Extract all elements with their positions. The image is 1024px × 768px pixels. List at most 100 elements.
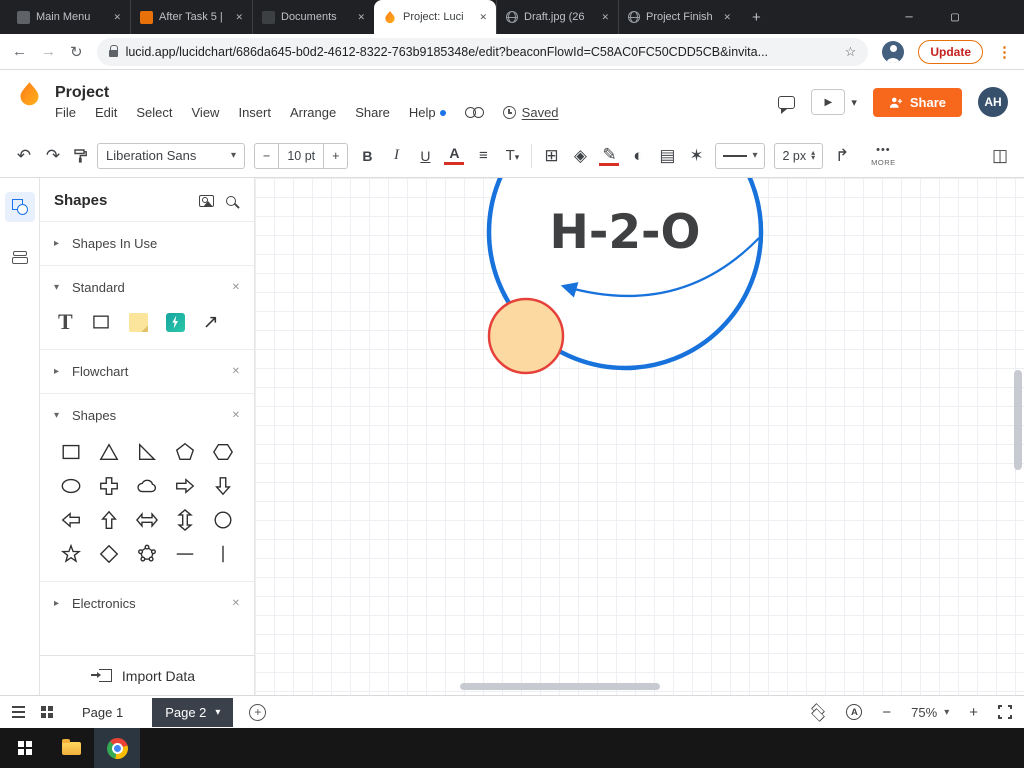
shape-diamond[interactable] [98, 543, 120, 565]
shape-circle[interactable] [212, 509, 234, 531]
tab-close-icon[interactable]: ✕ [113, 12, 121, 23]
forward-button[interactable]: → [41, 43, 56, 60]
font-size-decrease[interactable]: − [255, 144, 278, 168]
browser-tab-draft-jpg[interactable]: Draft.jpg (26 ✕ [496, 0, 618, 34]
shape-triangle[interactable] [98, 441, 120, 463]
menu-insert[interactable]: Insert [238, 105, 271, 120]
line-color-icon[interactable]: ✎ [599, 146, 620, 166]
shape-ellipse[interactable] [60, 475, 82, 497]
menu-share[interactable]: Share [355, 105, 390, 120]
sticky-note-tool[interactable] [128, 312, 148, 332]
shape-arrow-down[interactable] [212, 475, 234, 497]
bookmark-star-icon[interactable]: ☆ [845, 44, 857, 60]
profile-avatar-icon[interactable] [882, 40, 905, 63]
menu-file[interactable]: File [55, 105, 76, 120]
page-2-tab[interactable]: Page 2 ▾ [152, 697, 234, 727]
shape-arrow-left[interactable] [60, 509, 82, 531]
chrome-update-button[interactable]: Update [918, 39, 983, 64]
arrow-line-tool[interactable]: ↗ [203, 313, 219, 332]
underline-button[interactable]: U [415, 148, 435, 164]
browser-menu-icon[interactable]: ⋮ [997, 43, 1012, 61]
comment-icon[interactable] [778, 95, 796, 114]
reload-button[interactable]: ↻ [70, 43, 83, 61]
shadow-icon[interactable]: ◐ [628, 146, 648, 166]
new-tab-button[interactable]: + [740, 9, 773, 26]
shape-line[interactable] [174, 543, 196, 565]
shape-pentagon[interactable] [174, 441, 196, 463]
window-minimize-button[interactable]: ─ [886, 0, 932, 34]
section-row-shapes[interactable]: ▾ Shapes ✕ [40, 394, 254, 437]
zoom-in-button[interactable]: + [969, 704, 978, 721]
section-close-icon[interactable]: ✕ [232, 410, 240, 421]
chrome-taskbar-button[interactable] [94, 728, 140, 768]
lucid-logo[interactable] [16, 80, 43, 107]
section-close-icon[interactable]: ✕ [232, 598, 240, 609]
shape-arrow-right[interactable] [174, 475, 196, 497]
horizontal-scrollbar-thumb[interactable] [460, 683, 660, 690]
insert-shape-icon[interactable]: ⊞ [541, 146, 561, 166]
shape-square[interactable] [60, 441, 82, 463]
present-caret-icon[interactable]: ▾ [851, 96, 857, 109]
text-shape-tool[interactable]: T [58, 311, 73, 333]
shapes-panel-button[interactable] [4, 192, 35, 222]
h2o-label[interactable]: H-2-O [549, 205, 700, 260]
custom-shapes-button[interactable] [5, 238, 35, 268]
format-painter-icon[interactable] [72, 148, 88, 164]
shape-vertical-line[interactable] [212, 543, 234, 565]
fill-color-icon[interactable]: ◈ [570, 146, 590, 166]
line-weight-stepper[interactable]: ▴ ▾ [811, 148, 815, 161]
browser-tab-main-menu[interactable]: Main Menu ✕ [8, 0, 130, 34]
shape-star[interactable] [60, 543, 82, 565]
shape-arrow-up-down[interactable] [174, 509, 196, 531]
save-status[interactable]: Saved [502, 105, 559, 120]
page-menu-caret-icon[interactable]: ▾ [215, 707, 220, 718]
font-family-select[interactable]: Liberation Sans ▾ [97, 142, 245, 169]
italic-button[interactable]: I [386, 147, 406, 164]
start-button[interactable] [2, 728, 48, 768]
url-box[interactable]: lucid.app/lucidchart/686da645-b0d2-4612-… [96, 37, 869, 66]
fullscreen-icon[interactable] [997, 704, 1013, 720]
window-close-button[interactable] [978, 0, 1024, 34]
menu-edit[interactable]: Edit [95, 105, 117, 120]
menu-arrange[interactable]: Arrange [290, 105, 336, 120]
section-close-icon[interactable]: ✕ [232, 366, 240, 377]
present-play-icon[interactable]: ▶ [811, 89, 846, 115]
rectangle-shape-tool[interactable] [91, 312, 111, 332]
shape-polygon[interactable] [136, 543, 158, 565]
shape-right-triangle[interactable] [136, 441, 158, 463]
zoom-level-select[interactable]: 75% ▾ [911, 705, 949, 720]
canvas[interactable]: H-2-O [255, 178, 1024, 695]
text-color-button[interactable]: A [444, 145, 465, 165]
share-button[interactable]: Share [872, 87, 962, 117]
browser-tab-after-task[interactable]: After Task 5 | ✕ [130, 0, 252, 34]
vertical-scrollbar-thumb[interactable] [1014, 370, 1022, 470]
line-weight-control[interactable]: 2 px ▴ ▾ [774, 142, 824, 169]
more-tools-button[interactable]: ••• MORE [871, 144, 896, 167]
text-align-button[interactable]: ≡ [473, 147, 493, 164]
orange-ellipse-shape[interactable] [487, 297, 565, 375]
browser-tab-project-finish[interactable]: Project Finish ✕ [618, 0, 740, 34]
menu-help[interactable]: Help [409, 105, 446, 120]
theme-icon[interactable]: ▤ [657, 146, 677, 166]
shape-arrow-up[interactable] [98, 509, 120, 531]
tab-close-icon[interactable]: ✕ [601, 12, 609, 23]
redo-button[interactable]: ↷ [43, 146, 63, 166]
search-icon[interactable] [226, 195, 236, 206]
tab-close-icon[interactable]: ✕ [357, 12, 365, 23]
feature-find-icon[interactable] [464, 107, 484, 118]
section-close-icon[interactable]: ✕ [232, 282, 240, 293]
image-icon[interactable] [199, 194, 214, 207]
url-text[interactable]: lucid.app/lucidchart/686da645-b0d2-4612-… [126, 45, 837, 59]
file-explorer-button[interactable] [48, 728, 94, 768]
font-size-value[interactable]: 10 pt [278, 143, 325, 168]
tab-close-icon[interactable]: ✕ [723, 12, 731, 23]
shape-cloud[interactable] [136, 475, 158, 497]
section-row-flowchart[interactable]: ▸ Flowchart ✕ [40, 350, 254, 393]
add-page-button[interactable]: + [249, 703, 267, 721]
zoom-out-button[interactable]: − [882, 704, 891, 721]
layers-icon[interactable] [810, 705, 826, 719]
section-row-electronics[interactable]: ▸ Electronics ✕ [40, 582, 254, 625]
tab-close-icon[interactable]: ✕ [479, 12, 487, 23]
import-data-button[interactable]: Import Data [40, 655, 254, 695]
menu-select[interactable]: Select [136, 105, 172, 120]
